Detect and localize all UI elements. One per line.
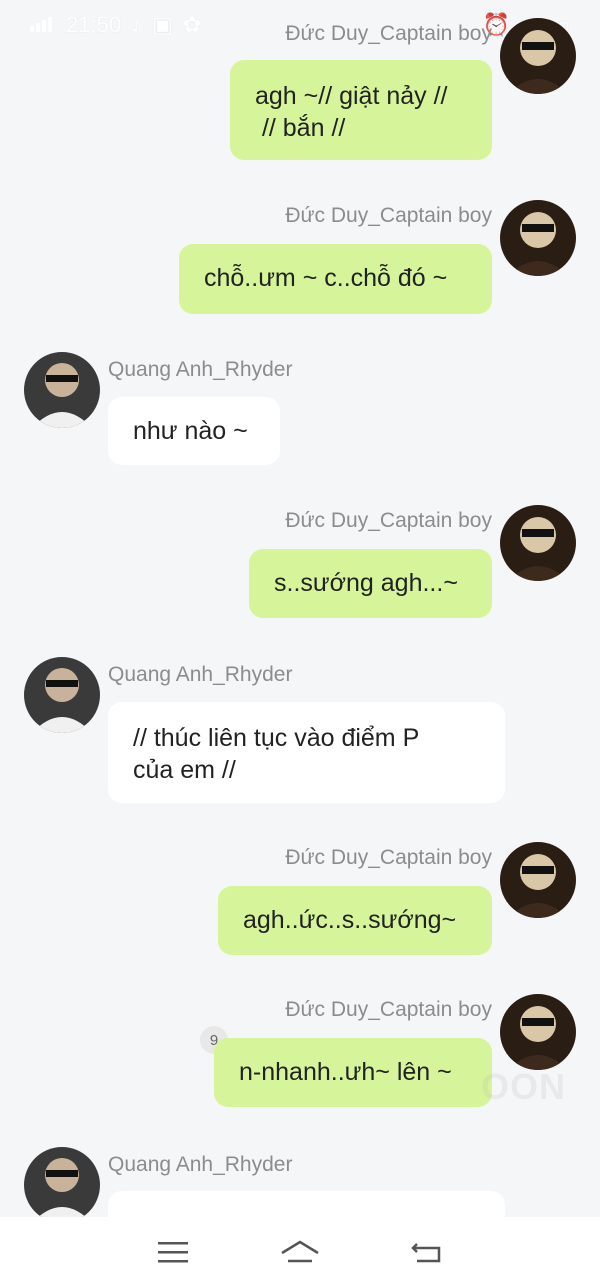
chat-bubble[interactable]: như nào ~ xyxy=(108,397,280,465)
gallery-icon: ▣ xyxy=(152,12,173,37)
sender-name: Đức Duy_Captain boy xyxy=(285,998,492,1021)
sender-name: Quang Anh_Rhyder xyxy=(108,663,293,686)
chat-bubble[interactable]: n-nhanh..ưh~ lên ~ xyxy=(214,1038,492,1107)
sender-name: Đức Duy_Captain boy xyxy=(285,204,492,227)
chat-bubble[interactable]: s..sướng agh...~ xyxy=(249,549,492,618)
avatar[interactable] xyxy=(24,1147,100,1223)
watermark: OON xyxy=(480,1066,566,1107)
avatar[interactable] xyxy=(500,994,576,1070)
chat-bubble[interactable]: // thúc liên tục vào điểm P của em // xyxy=(108,702,505,803)
sender-name: Đức Duy_Captain boy xyxy=(285,846,492,869)
message-line: chỗ..ưm ~ c..chỗ đó ~ xyxy=(204,264,448,292)
status-time: 21:50 xyxy=(66,12,122,37)
app-icon: ✿ xyxy=(182,12,202,37)
sender-name: Quang Anh_Rhyder xyxy=(108,1153,293,1176)
system-nav-bar xyxy=(0,1217,600,1287)
chat-bubble[interactable]: agh..ức..s..sướng~ xyxy=(218,886,492,955)
message-line: // thúc liên tục vào điểm P xyxy=(133,724,420,752)
message-line: // bắn // xyxy=(255,114,346,142)
avatar[interactable] xyxy=(500,200,576,276)
signal-icon xyxy=(30,12,56,38)
message-line: của em // xyxy=(133,756,236,784)
avatar[interactable] xyxy=(500,18,576,94)
back-icon[interactable] xyxy=(402,1232,452,1272)
sender-name: Đức Duy_Captain boy xyxy=(285,22,492,45)
message-line: như nào ~ xyxy=(133,417,248,445)
sender-name: Quang Anh_Rhyder xyxy=(108,358,293,381)
chat-bubble[interactable]: agh ~// giật nảy // // bắn // xyxy=(230,60,492,160)
menu-icon[interactable] xyxy=(148,1232,198,1272)
home-icon[interactable] xyxy=(275,1232,325,1272)
message-line: agh..ức..s..sướng~ xyxy=(243,906,457,934)
chat-bubble[interactable]: chỗ..ưm ~ c..chỗ đó ~ xyxy=(179,244,492,314)
avatar[interactable] xyxy=(24,352,100,428)
sender-name: Đức Duy_Captain boy xyxy=(285,509,492,532)
avatar[interactable] xyxy=(500,842,576,918)
message-line: s..sướng agh...~ xyxy=(274,569,458,597)
avatar[interactable] xyxy=(500,505,576,581)
avatar[interactable] xyxy=(24,657,100,733)
message-line: n-nhanh..ưh~ lên ~ xyxy=(239,1058,452,1086)
tiktok-icon: ♪ xyxy=(131,12,143,37)
message-line: agh ~// giật nảy // xyxy=(255,82,448,110)
